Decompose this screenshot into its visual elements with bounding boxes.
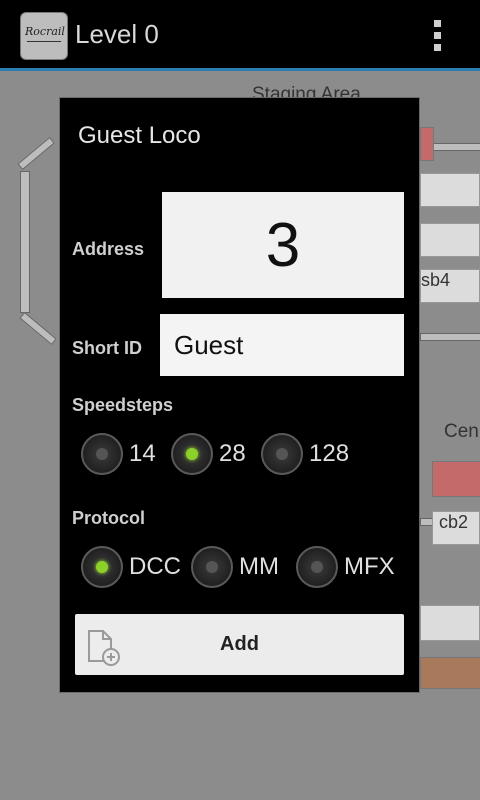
radio-button-icon	[296, 546, 338, 588]
protocol-mm-radio[interactable]: MM	[191, 546, 279, 588]
address-label: Address	[72, 239, 145, 259]
block-label-sb4: sb4	[420, 269, 480, 303]
rail-segment	[17, 136, 55, 171]
guest-loco-dialog: Guest Loco Address 3 Short ID Guest Spee…	[59, 97, 420, 693]
track-block-field	[420, 173, 480, 207]
speedstep-128-radio[interactable]: 128	[261, 433, 349, 475]
speedstep-28-radio[interactable]: 28	[171, 433, 246, 475]
speedsteps-label: Speedsteps	[72, 395, 174, 415]
radio-label: 128	[309, 440, 350, 467]
protocol-mfx-radio[interactable]: MFX	[296, 546, 395, 588]
overflow-menu-icon[interactable]	[428, 20, 446, 54]
app-logo-text: Rocrail	[25, 25, 65, 38]
add-button-label: Add	[220, 633, 259, 655]
radio-label: MFX	[344, 553, 395, 580]
add-button[interactable]: Add	[75, 614, 404, 675]
radio-button-checked-icon	[81, 546, 123, 588]
protocol-dcc-radio[interactable]: DCC	[81, 546, 181, 588]
track-block	[432, 461, 480, 497]
rail-segment	[19, 311, 57, 346]
address-input[interactable]: 3	[162, 192, 404, 298]
app-logo-icon[interactable]: Rocrail	[20, 12, 68, 60]
radio-label: DCC	[129, 553, 181, 580]
protocol-label: Protocol	[72, 508, 146, 528]
center-label: Cen	[444, 421, 479, 442]
dialog-title: Guest Loco	[78, 122, 201, 149]
rail-segment	[420, 333, 480, 341]
radio-button-checked-icon	[171, 433, 213, 475]
track-block-field	[420, 605, 480, 641]
radio-label: MM	[239, 553, 279, 580]
short-id-label: Short ID	[72, 338, 142, 358]
radio-button-icon	[261, 433, 303, 475]
track-block-field	[420, 223, 480, 257]
block-label-cb2: cb2	[432, 511, 480, 545]
action-bar: Rocrail Level 0	[0, 0, 480, 71]
short-id-input[interactable]: Guest	[160, 314, 404, 376]
radio-label: 28	[219, 440, 246, 467]
rail-segment	[20, 171, 30, 313]
app-logo-underline	[27, 41, 61, 42]
locomotive-icon	[420, 657, 480, 689]
page-title: Level 0	[75, 19, 159, 49]
speedstep-14-radio[interactable]: 14	[81, 433, 156, 475]
radio-button-icon	[81, 433, 123, 475]
radio-label: 14	[129, 440, 156, 467]
radio-button-icon	[191, 546, 233, 588]
track-block	[420, 127, 434, 161]
